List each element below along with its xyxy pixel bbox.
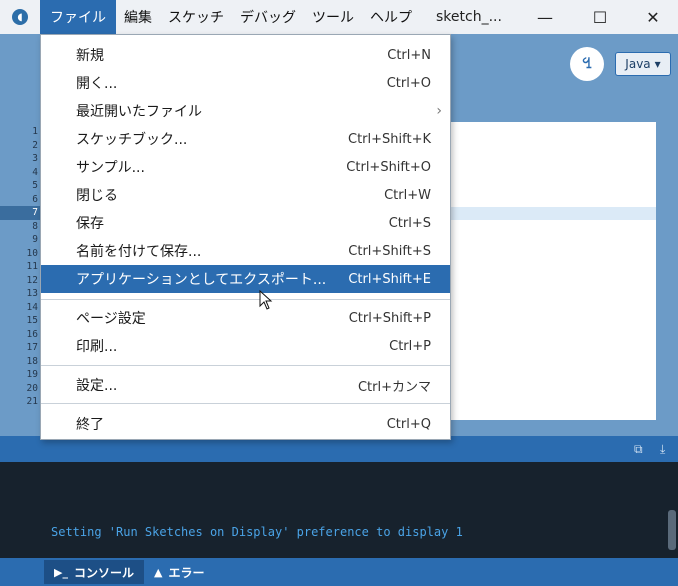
menu-help[interactable]: ヘルプ xyxy=(362,0,420,34)
menu-item-preferences[interactable]: 設定... Ctrl+カンマ xyxy=(41,371,450,399)
menu-separator xyxy=(41,365,450,366)
line-number: 6 xyxy=(32,193,38,205)
close-icon[interactable]: ✕ xyxy=(628,0,678,34)
line-number: 17 xyxy=(26,342,38,353)
menu-file[interactable]: ファイル xyxy=(40,0,116,34)
menu-sketch[interactable]: スケッチ xyxy=(160,0,232,34)
console-scrollbar[interactable] xyxy=(668,510,676,550)
processing-logo-icon: ◖ xyxy=(12,9,28,25)
menu-item-export-application[interactable]: アプリケーションとしてエクスポート... Ctrl+Shift+E xyxy=(41,265,450,293)
file-menu-dropdown: 新規 Ctrl+N 開く... Ctrl+O 最近開いたファイル › スケッチブック.… xyxy=(40,34,451,440)
debugger-bug-icon: ꔇ xyxy=(581,56,593,72)
menu-item-save[interactable]: 保存 Ctrl+S xyxy=(41,209,450,237)
chevron-right-icon: › xyxy=(436,103,442,119)
warning-icon: ▲ xyxy=(153,565,163,579)
line-number: 15 xyxy=(26,315,38,326)
line-number: 4 xyxy=(32,166,38,178)
line-number: 12 xyxy=(26,274,38,286)
line-number: 8 xyxy=(32,220,38,232)
line-number: 18 xyxy=(26,355,38,367)
mouse-pointer-icon xyxy=(259,290,273,310)
menu-item-sketchbook[interactable]: スケッチブック... Ctrl+Shift+K xyxy=(41,125,450,153)
editor-scroll-area xyxy=(656,122,678,420)
line-number: 2 xyxy=(32,139,38,151)
tab-errors[interactable]: ▲ エラー xyxy=(144,560,214,584)
line-number: 7 xyxy=(0,206,40,220)
window-title: sketch_... xyxy=(436,9,502,25)
console-output xyxy=(0,462,678,558)
minimize-icon[interactable]: — xyxy=(520,0,570,34)
line-number: 19 xyxy=(26,369,38,380)
menu-item-page-setup[interactable]: ページ設定 Ctrl+Shift+P xyxy=(41,304,450,332)
line-number: 14 xyxy=(26,301,38,313)
mode-selector[interactable]: Java ▾ xyxy=(615,52,671,76)
line-number: 16 xyxy=(26,328,38,340)
debugger-button[interactable]: ꔇ xyxy=(570,47,604,81)
processing-app-icon[interactable]: ◖ xyxy=(0,0,40,34)
menu-debug[interactable]: デバッグ xyxy=(232,0,304,34)
line-number: 5 xyxy=(32,180,38,191)
menu-bar: ◖ ファイル 編集 スケッチ デバッグ ツール ヘルプ sketch_... —… xyxy=(0,0,678,34)
menu-tools[interactable]: ツール xyxy=(304,0,362,34)
chevron-down-icon: ▾ xyxy=(654,57,661,71)
copy-icon[interactable]: ⧉ xyxy=(634,442,648,456)
menu-item-save-as[interactable]: 名前を付けて保存... Ctrl+Shift+S xyxy=(41,237,450,265)
menu-item-print[interactable]: 印刷... Ctrl+P xyxy=(41,332,450,360)
line-number: 13 xyxy=(26,288,38,299)
status-bar: ▶_ コンソール ▲ エラー xyxy=(0,558,678,586)
menu-separator xyxy=(41,403,450,404)
line-number: 3 xyxy=(32,153,38,164)
clear-console-icon[interactable]: ⤓ xyxy=(660,442,674,456)
menu-item-quit[interactable]: 終了 Ctrl+Q xyxy=(41,410,450,438)
line-number: 21 xyxy=(26,396,38,407)
menu-item-new[interactable]: 新規 Ctrl+N xyxy=(41,41,450,69)
tab-console[interactable]: ▶_ コンソール xyxy=(44,560,144,584)
line-number: 9 xyxy=(32,234,38,245)
line-number: 10 xyxy=(26,247,38,259)
line-number: 20 xyxy=(26,382,38,394)
maximize-icon[interactable]: ☐ xyxy=(575,0,625,34)
menu-edit[interactable]: 編集 xyxy=(116,0,160,34)
menu-separator xyxy=(41,299,450,300)
menu-item-examples[interactable]: サンプル... Ctrl+Shift+O xyxy=(41,153,450,181)
terminal-icon: ▶_ xyxy=(54,565,68,579)
line-number: 11 xyxy=(26,261,38,272)
menu-item-recent[interactable]: 最近開いたファイル › xyxy=(41,97,450,125)
mode-label: Java xyxy=(625,57,651,71)
line-number: 1 xyxy=(32,126,38,137)
line-number-gutter: 1 2 3 4 5 6 7 8 9 10 11 12 13 14 15 16 17 18 19 20 21 xyxy=(0,122,40,420)
menu-item-close[interactable]: 閉じる Ctrl+W xyxy=(41,181,450,209)
console-message: Setting 'Run Sketches on Display' prefer… xyxy=(51,525,463,539)
menu-item-open[interactable]: 開く... Ctrl+O xyxy=(41,69,450,97)
